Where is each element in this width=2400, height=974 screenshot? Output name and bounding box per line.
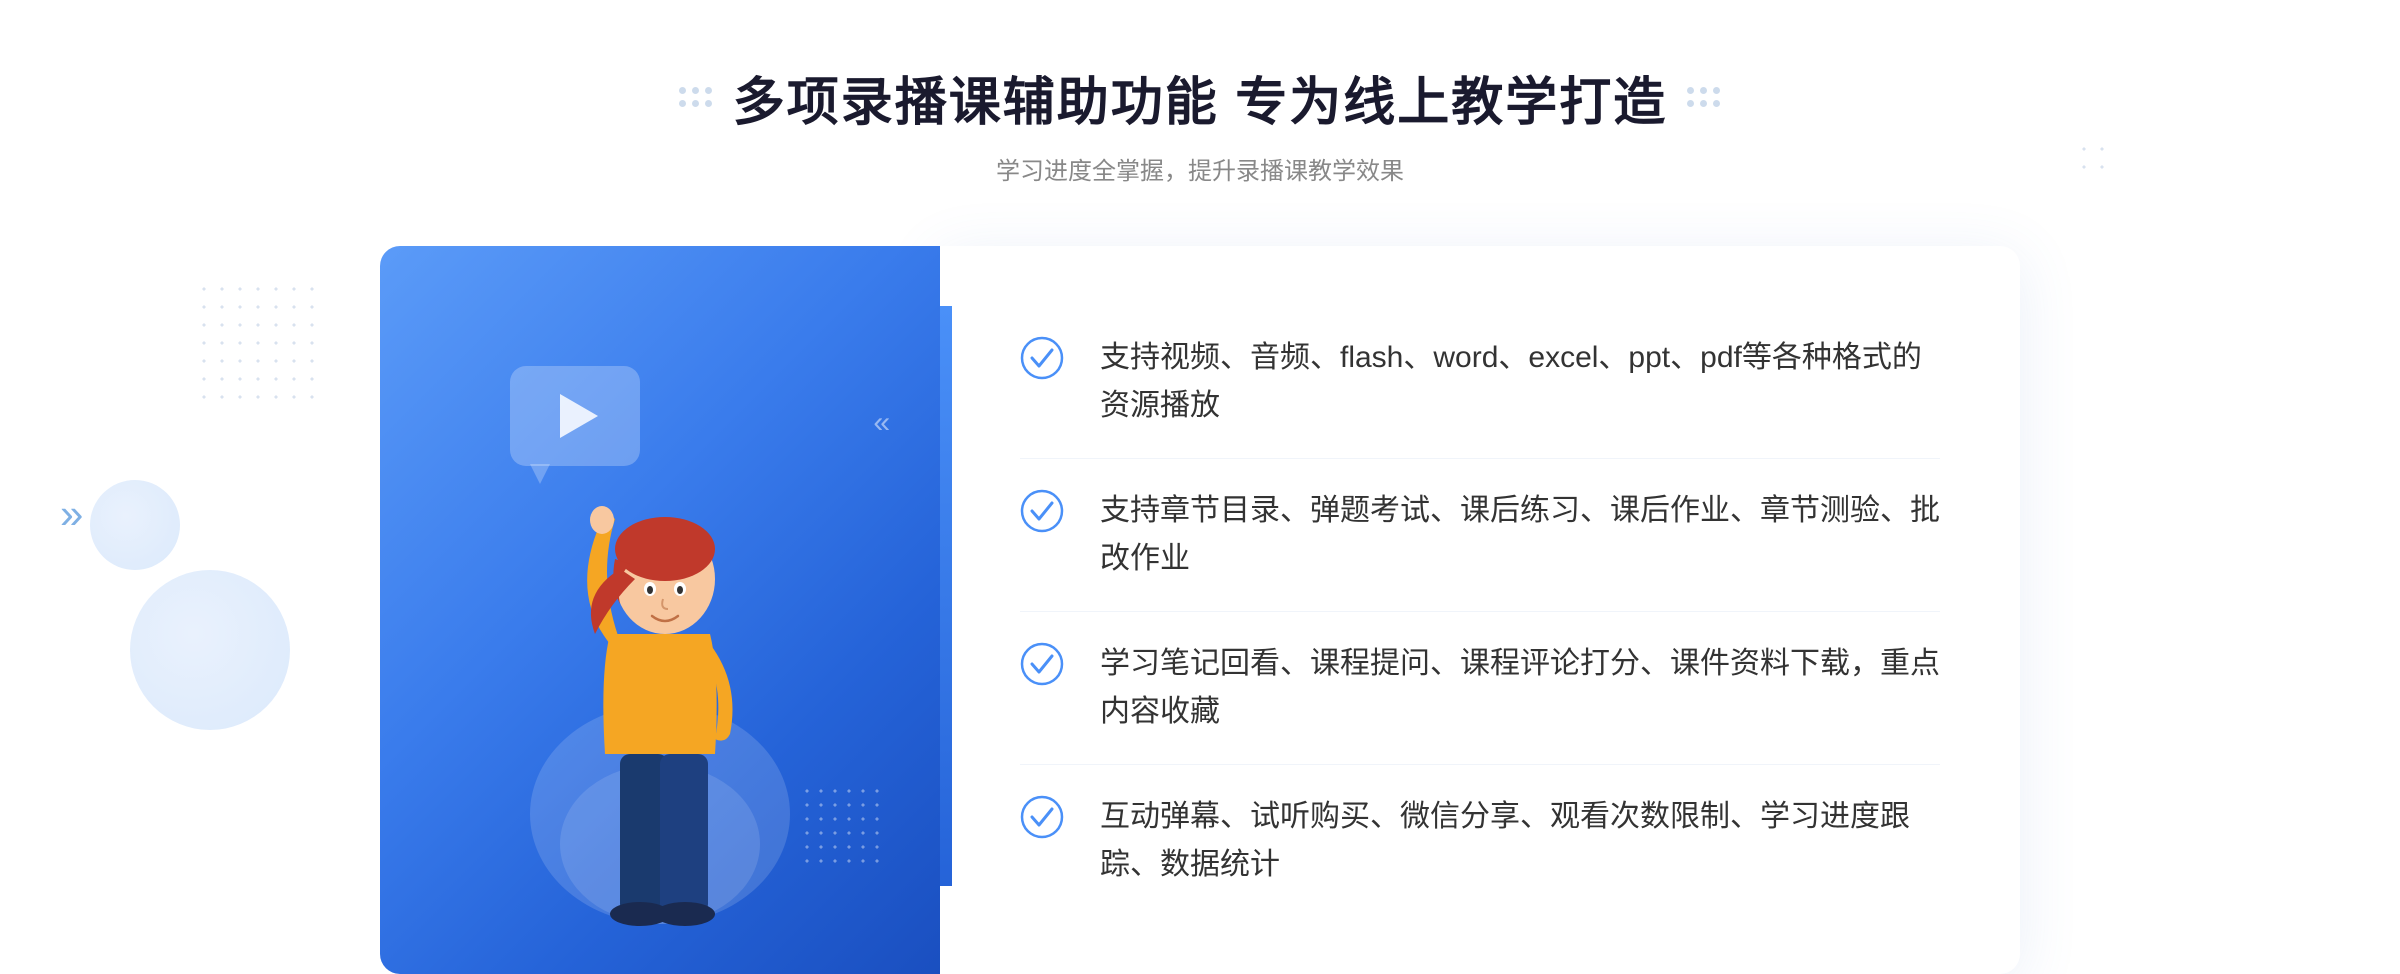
feature-item-4: 互动弹幕、试听购买、微信分享、观看次数限制、学习进度跟踪、数据统计	[1020, 765, 1940, 917]
feature-text-2: 支持章节目录、弹题考试、课后练习、课后作业、章节测验、批改作业	[1100, 487, 1940, 583]
feature-item-2: 支持章节目录、弹题考试、课后练习、课后作业、章节测验、批改作业	[1020, 459, 1940, 612]
page-wrapper: » 多项录播课辅助功能 专为线上教学打造 学习进度全掌握，提升录播课教学效果	[0, 0, 2400, 974]
header-section: 多项录播课辅助功能 专为线上教学打造 学习进度全掌握，提升录播课教学效果	[679, 60, 1721, 186]
dot-grid-decoration-right	[2075, 140, 2115, 180]
header-title-row: 多项录播课辅助功能 专为线上教学打造	[679, 60, 1721, 135]
check-icon-2	[1020, 489, 1064, 533]
illus-arrows: «	[873, 406, 890, 440]
page-title: 多项录播课辅助功能 专为线上教学打造	[733, 60, 1667, 135]
illus-dot-grid	[800, 784, 880, 864]
content-area: «	[380, 246, 2020, 974]
left-arrow-decoration: »	[60, 490, 83, 538]
illustration-card: «	[380, 246, 940, 974]
panel-accent-bar	[940, 306, 952, 886]
dot-grid-decoration-left	[195, 280, 315, 400]
person-svg	[520, 394, 800, 974]
check-icon-3	[1020, 642, 1064, 686]
feature-text-3: 学习笔记回看、课程提问、课程评论打分、课件资料下载，重点内容收藏	[1100, 640, 1940, 736]
check-icon-4	[1020, 795, 1064, 839]
check-icon-1	[1020, 336, 1064, 380]
page-subtitle: 学习进度全掌握，提升录播课教学效果	[996, 151, 1404, 186]
feature-text-4: 互动弹幕、试听购买、微信分享、观看次数限制、学习进度跟踪、数据统计	[1100, 793, 1940, 889]
person-illustration	[520, 394, 800, 974]
deco-circle-1	[130, 570, 290, 730]
deco-circle-2	[90, 480, 180, 570]
feature-item-1: 支持视频、音频、flash、word、excel、ppt、pdf等各种格式的资源…	[1020, 306, 1940, 459]
feature-items-container: 支持视频、音频、flash、word、excel、ppt、pdf等各种格式的资源…	[1020, 306, 1940, 917]
deco-grid-right	[1687, 87, 1721, 108]
feature-item-3: 学习笔记回看、课程提问、课程评论打分、课件资料下载，重点内容收藏	[1020, 612, 1940, 765]
feature-text-1: 支持视频、音频、flash、word、excel、ppt、pdf等各种格式的资源…	[1100, 334, 1940, 430]
features-panel: 支持视频、音频、flash、word、excel、ppt、pdf等各种格式的资源…	[940, 246, 2020, 974]
deco-grid-left	[679, 87, 713, 108]
